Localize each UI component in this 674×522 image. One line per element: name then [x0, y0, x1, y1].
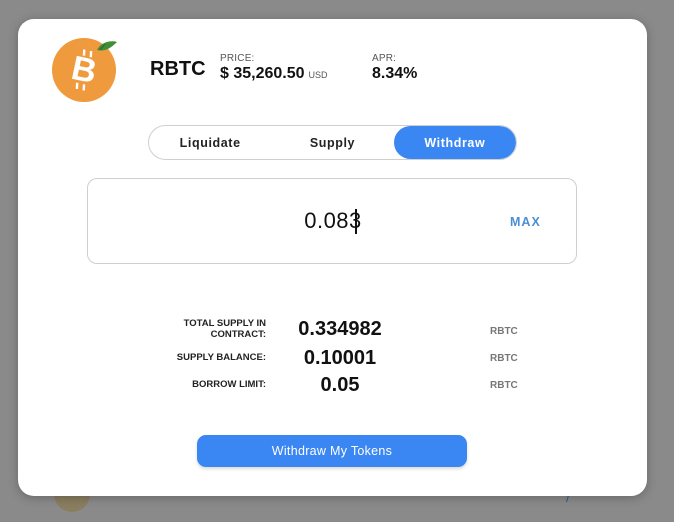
apr-value: 8.34% [372, 65, 418, 82]
amount-box: MAX [87, 178, 577, 264]
stats-unit: RBTC [490, 380, 518, 391]
withdraw-my-tokens-button[interactable]: Withdraw My Tokens [197, 435, 467, 467]
stats-value: 0.05 [320, 374, 360, 396]
stats-label: TOTAL SUPPLY IN CONTRACT: [183, 318, 266, 340]
stats-row-supply-balance: SUPPLY BALANCE: 0.10001 RBTC [18, 346, 647, 370]
stats-unit: RBTC [490, 353, 518, 364]
apr-block: APR: 8.34% [372, 53, 417, 83]
rbtc-logo-icon: B [52, 38, 117, 102]
asset-symbol: RBTC [150, 58, 206, 80]
stats-unit: RBTC [490, 326, 518, 337]
stats-label: BORROW LIMIT: [192, 379, 266, 390]
stats-label: SUPPLY BALANCE: [176, 352, 266, 363]
tab-supply[interactable]: Supply [271, 126, 393, 159]
withdraw-modal: B RBTC PRICE: $ 35,260.50 USD APR: 8.34% … [18, 19, 647, 496]
price-block: PRICE: $ 35,260.50 USD [220, 53, 328, 83]
price-unit: USD [308, 70, 328, 80]
price-value: $ 35,260.50 [220, 65, 305, 82]
tab-liquidate[interactable]: Liquidate [149, 126, 271, 159]
stats-row-total-supply: TOTAL SUPPLY IN CONTRACT: 0.334982 RBTC [18, 316, 647, 340]
stats-value: 0.334982 [298, 318, 382, 340]
tab-withdraw[interactable]: Withdraw [393, 126, 516, 159]
action-tabs: Liquidate Supply Withdraw [148, 125, 517, 160]
price-label: PRICE: [220, 53, 255, 64]
amount-input[interactable] [208, 205, 458, 237]
max-button[interactable]: MAX [510, 215, 541, 229]
stats-row-borrow-limit: BORROW LIMIT: 0.05 RBTC [18, 373, 647, 397]
text-caret [355, 209, 357, 234]
stats-value: 0.10001 [303, 347, 377, 369]
apr-label: APR: [372, 53, 397, 64]
